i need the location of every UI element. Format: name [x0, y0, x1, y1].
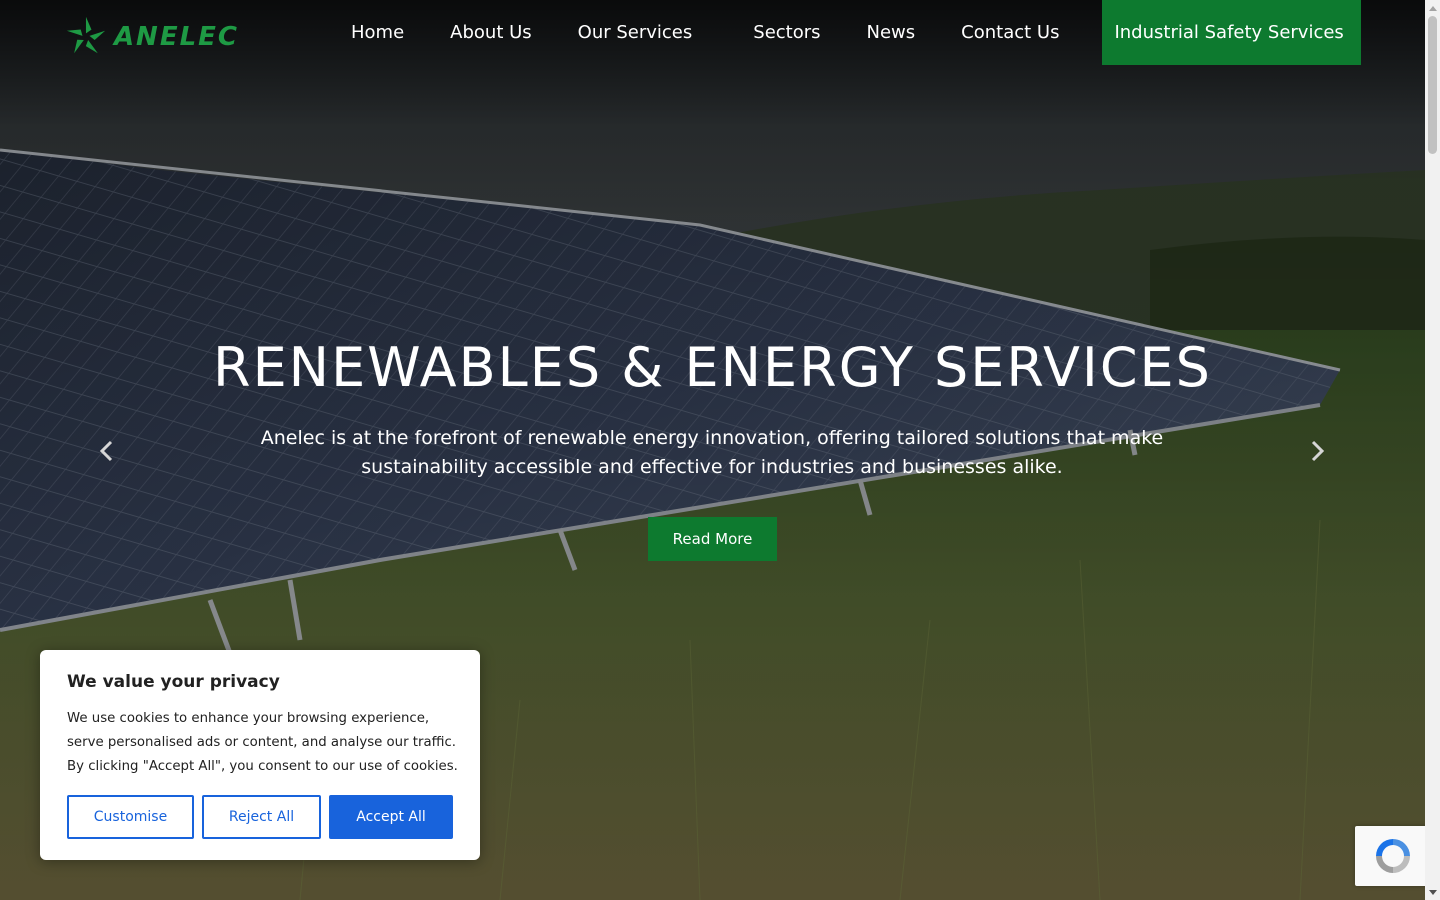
scrollbar-thumb[interactable]: [1428, 16, 1437, 154]
cookie-reject-all-button[interactable]: Reject All: [202, 795, 321, 839]
scroll-down-icon[interactable]: [1425, 885, 1440, 900]
nav-industrial-safety-services[interactable]: Industrial Safety Services: [1102, 0, 1361, 65]
nav-news[interactable]: News: [844, 22, 939, 43]
nav-our-services[interactable]: Our Services: [555, 22, 716, 43]
brand-name: ANELEC: [113, 22, 239, 52]
nav-about-us[interactable]: About Us: [427, 22, 555, 43]
brand-logo[interactable]: ANELEC: [64, 12, 239, 62]
cookie-title: We value your privacy: [67, 672, 280, 692]
recaptcha-icon: [1375, 839, 1410, 873]
nav-home[interactable]: Home: [328, 22, 427, 43]
site-header: ANELEC Home About Us Our Services Sector…: [0, 0, 1425, 86]
slider-prev-button[interactable]: [92, 436, 122, 466]
main-nav: Home About Us Our Services Sectors News …: [328, 0, 1361, 65]
nav-sectors[interactable]: Sectors: [715, 22, 843, 43]
hero-title: RENEWABLES & ENERGY SERVICES: [213, 336, 1212, 399]
cookie-consent-banner: We value your privacy We use cookies to …: [40, 650, 480, 860]
anelec-logo-icon: [66, 16, 106, 54]
recaptcha-badge[interactable]: [1355, 826, 1430, 886]
chevron-right-icon: [1311, 440, 1325, 462]
cookie-description: We use cookies to enhance your browsing …: [67, 711, 458, 774]
nav-contact-us[interactable]: Contact Us: [938, 22, 1082, 43]
hero-description: Anelec is at the forefront of renewable …: [260, 427, 1164, 478]
chevron-left-icon: [99, 440, 113, 462]
cookie-accept-all-button[interactable]: Accept All: [329, 795, 453, 839]
scroll-up-icon[interactable]: [1425, 0, 1440, 15]
cookie-customise-button[interactable]: Customise: [67, 795, 194, 839]
slider-next-button[interactable]: [1302, 436, 1332, 466]
page-scrollbar[interactable]: [1425, 0, 1440, 900]
read-more-button[interactable]: Read More: [648, 517, 777, 561]
